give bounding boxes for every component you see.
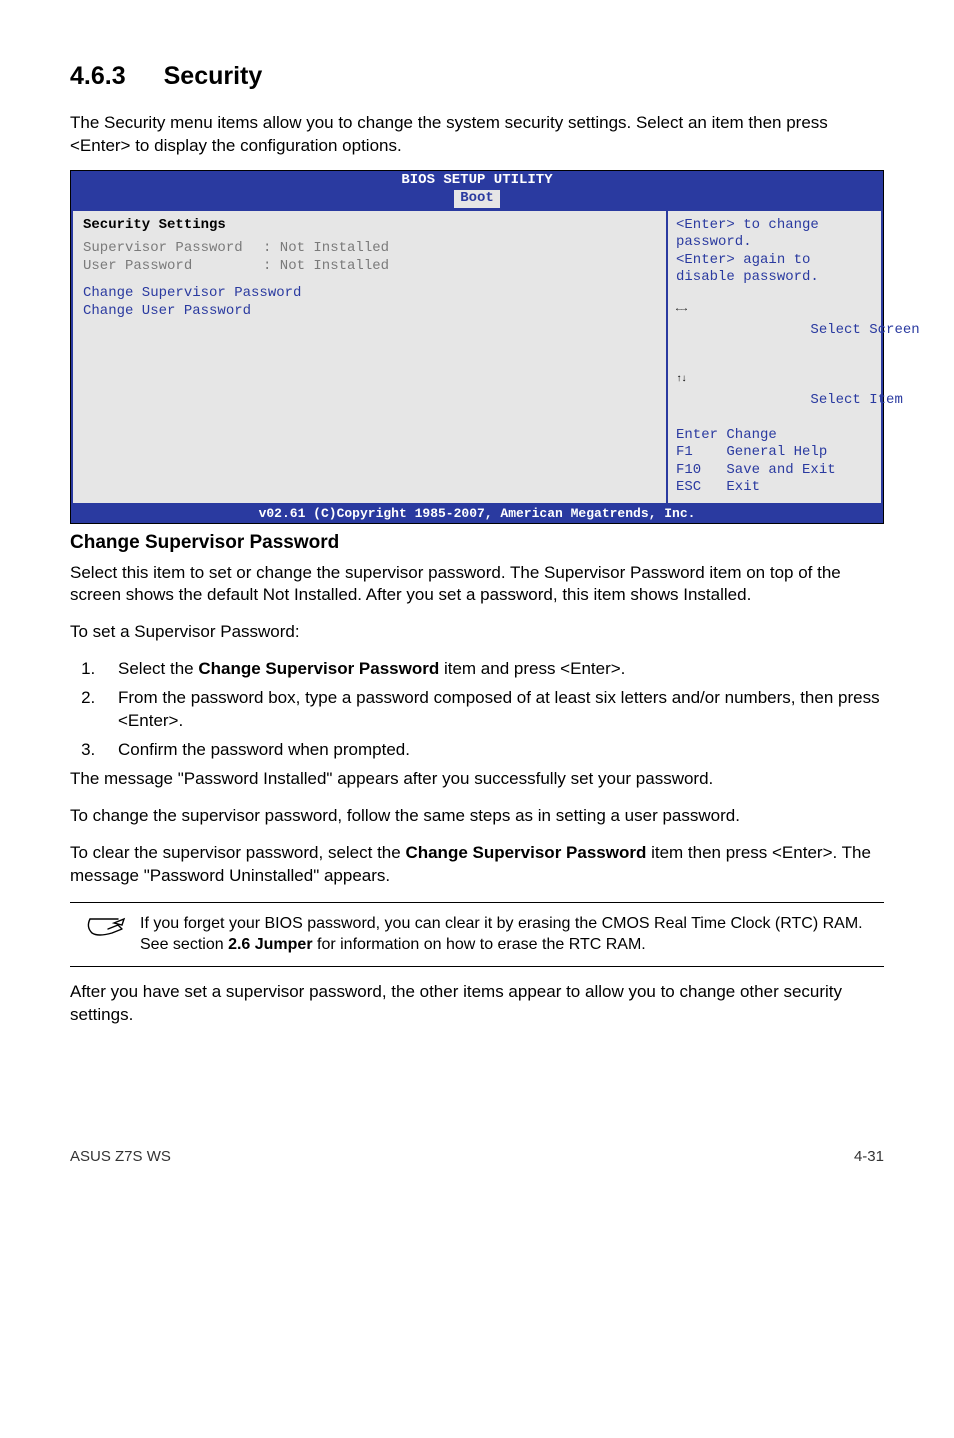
arrow-left-right-icon: ←→ [676,304,686,317]
bios-screenshot: BIOS SETUP UTILITY Boot Security Setting… [70,170,884,524]
page-footer: ASUS Z7S WS 4-31 [70,1147,884,1167]
bios-help-line: password. [676,234,873,252]
bios-footer: v02.61 (C)Copyright 1985-2007, American … [71,505,883,523]
bios-help-line: disable password. [676,269,873,287]
bios-key-line: F10 Save and Exit [676,462,873,480]
bios-right-panel: <Enter> to change password. <Enter> agai… [668,209,883,505]
bios-left-header: Security Settings [83,217,656,235]
bios-help-line: <Enter> again to [676,252,873,270]
list-item: From the password box, type a password c… [100,687,884,733]
bios-help-text: <Enter> to change password. <Enter> agai… [676,217,873,287]
bios-row: Supervisor Password: Not Installed [83,240,656,258]
note-pencil-icon [70,913,140,947]
bios-row-value: : Not Installed [263,240,389,256]
bios-title: BIOS SETUP UTILITY [71,171,883,191]
bios-key-line: F1 General Help [676,444,873,462]
paragraph: To clear the supervisor password, select… [70,842,884,888]
step-bold: Change Supervisor Password [198,659,439,678]
arrow-up-down-icon: ↑↓ [676,374,686,387]
note-text: If you forget your BIOS password, you ca… [140,913,884,956]
bios-row-value: : Not Installed [263,258,389,274]
step-text: Select the [118,659,198,678]
section-number: 4.6.3 [70,62,126,90]
bios-key-legend: ←→ Select Screen ↑↓ Select Item Enter Ch… [676,287,873,497]
bios-row-label: Supervisor Password [83,240,263,258]
bios-left-panel: Security Settings Supervisor Password: N… [71,209,668,505]
paragraph: To set a Supervisor Password: [70,621,884,644]
note-callout: If you forget your BIOS password, you ca… [70,902,884,967]
bios-key-line: Select Item [760,392,903,408]
note-bold: 2.6 Jumper [228,936,312,953]
list-item: Select the Change Supervisor Password it… [100,658,884,681]
footer-left: ASUS Z7S WS [70,1147,171,1167]
paragraph: Select this item to set or change the su… [70,562,884,608]
bios-row: User Password: Not Installed [83,258,656,276]
steps-list: Select the Change Supervisor Password it… [100,658,884,762]
footer-right: 4-31 [854,1147,884,1167]
bios-help-line: <Enter> to change [676,217,873,235]
text-span: To clear the supervisor password, select… [70,843,405,862]
bios-tab-row: Boot [71,190,883,209]
section-title-text: Security [164,62,263,90]
text-bold: Change Supervisor Password [405,843,646,862]
list-item: Confirm the password when prompted. [100,739,884,762]
bios-active-tab: Boot [454,190,500,208]
bios-key-line: ESC Exit [676,479,873,497]
section-heading: 4.6.3 Security [70,60,884,94]
note-span: for information on how to erase the RTC … [313,936,646,953]
bios-row-label: User Password [83,258,263,276]
bios-key-line: Select Screen [760,322,920,338]
intro-paragraph: The Security menu items allow you to cha… [70,112,884,158]
paragraph: To change the supervisor password, follo… [70,805,884,828]
paragraph: After you have set a supervisor password… [70,981,884,1027]
bios-menu-item[interactable]: Change Supervisor Password [83,285,656,303]
paragraph: The message "Password Installed" appears… [70,768,884,791]
bios-menu-item[interactable]: Change User Password [83,303,656,321]
subheading: Change Supervisor Password [70,530,884,556]
bios-key-line: Enter Change [676,427,873,445]
step-text: item and press <Enter>. [439,659,625,678]
